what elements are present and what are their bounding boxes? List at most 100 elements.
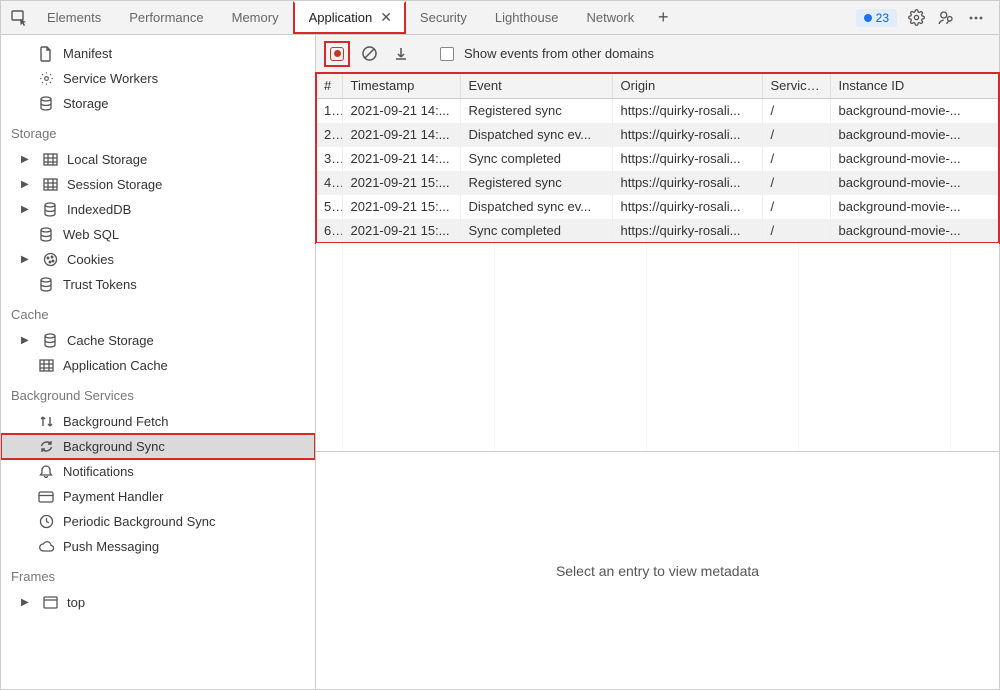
clock-icon (37, 514, 55, 529)
tab-label: Security (420, 10, 467, 25)
tab-label: Elements (47, 10, 101, 25)
sidebar-item-notifications[interactable]: Notifications (1, 459, 315, 484)
tab-memory[interactable]: Memory (218, 1, 293, 34)
table-icon (37, 359, 55, 372)
toolbar-right: 23 (856, 7, 995, 29)
database-icon (37, 96, 55, 111)
sidebar-item-push[interactable]: Push Messaging (1, 534, 315, 559)
sidebar-item-top-frame[interactable]: ▶ top (1, 590, 315, 615)
tab-network[interactable]: Network (573, 1, 649, 34)
cell-num: 3. (316, 147, 342, 171)
show-other-checkbox[interactable] (440, 47, 454, 61)
tab-lighthouse[interactable]: Lighthouse (481, 1, 573, 34)
save-button[interactable] (390, 43, 412, 65)
cell-event: Sync completed (460, 219, 612, 243)
tabs: Elements Performance Memory Application … (33, 1, 648, 34)
inspect-element-icon[interactable] (5, 4, 33, 32)
cell-timestamp: 2021-09-21 14:... (342, 123, 460, 147)
issues-badge[interactable]: 23 (856, 9, 897, 27)
sidebar-item-storage[interactable]: Storage (1, 91, 315, 116)
cell-timestamp: 2021-09-21 15:... (342, 171, 460, 195)
show-other-label: Show events from other domains (464, 46, 654, 61)
cell-sw: / (762, 171, 830, 195)
settings-icon[interactable] (905, 7, 927, 29)
more-tabs-button[interactable]: + (648, 7, 678, 28)
expand-arrow-icon: ▶ (21, 597, 33, 608)
sidebar-item-websql[interactable]: Web SQL (1, 222, 315, 247)
sidebar-label: Cache Storage (67, 333, 154, 348)
details-placeholder: Select an entry to view metadata (556, 563, 759, 579)
database-icon (41, 202, 59, 217)
sidebar-label: Manifest (63, 46, 112, 61)
table-row[interactable]: 2.2021-09-21 14:...Dispatched sync ev...… (316, 123, 999, 147)
sidebar-item-periodic-sync[interactable]: Periodic Background Sync (1, 509, 315, 534)
sidebar-item-payment[interactable]: Payment Handler (1, 484, 315, 509)
sidebar-item-service-workers[interactable]: Service Workers (1, 66, 315, 91)
col-event[interactable]: Event (460, 73, 612, 99)
more-menu-icon[interactable] (965, 7, 987, 29)
cell-origin: https://quirky-rosali... (612, 171, 762, 195)
cell-event: Dispatched sync ev... (460, 123, 612, 147)
sidebar-item-trust-tokens[interactable]: Trust Tokens (1, 272, 315, 297)
sidebar-label: Web SQL (63, 227, 119, 242)
close-icon[interactable]: ✕ (380, 9, 392, 26)
col-timestamp[interactable]: Timestamp (342, 73, 460, 99)
cell-sw: / (762, 195, 830, 219)
cell-origin: https://quirky-rosali... (612, 123, 762, 147)
tab-elements[interactable]: Elements (33, 1, 115, 34)
sidebar-item-app-cache[interactable]: Application Cache (1, 353, 315, 378)
sidebar-label: Storage (63, 96, 109, 111)
sync-icon (37, 439, 55, 454)
database-icon (37, 227, 55, 242)
table-row[interactable]: 5.2021-09-21 15:...Dispatched sync ev...… (316, 195, 999, 219)
tab-performance[interactable]: Performance (115, 1, 217, 34)
issues-count: 23 (876, 11, 889, 25)
tab-bar: Elements Performance Memory Application … (1, 1, 999, 35)
sidebar-item-cache-storage[interactable]: ▶ Cache Storage (1, 328, 315, 353)
table-row[interactable]: 3.2021-09-21 14:...Sync completedhttps:/… (316, 147, 999, 171)
table-empty-area (316, 243, 999, 452)
cell-sw: / (762, 99, 830, 123)
tab-security[interactable]: Security (406, 1, 481, 34)
cell-num: 6. (316, 219, 342, 243)
cell-timestamp: 2021-09-21 15:... (342, 195, 460, 219)
feedback-icon[interactable] (935, 7, 957, 29)
sidebar-item-indexeddb[interactable]: ▶ IndexedDB (1, 197, 315, 222)
database-icon (41, 333, 59, 348)
col-num[interactable]: # (316, 73, 342, 99)
sidebar-label: Payment Handler (63, 489, 163, 504)
tab-label: Performance (129, 10, 203, 25)
cell-num: 1. (316, 99, 342, 123)
expand-arrow-icon: ▶ (21, 154, 33, 165)
cell-instance: background-movie-... (830, 123, 999, 147)
sidebar-label: Local Storage (67, 152, 147, 167)
record-button[interactable] (326, 43, 348, 65)
sidebar-item-bg-sync[interactable]: Background Sync (1, 434, 315, 459)
cell-event: Dispatched sync ev... (460, 195, 612, 219)
table-row[interactable]: 1.2021-09-21 14:...Registered synchttps:… (316, 99, 999, 123)
col-origin[interactable]: Origin (612, 73, 762, 99)
sidebar-item-local-storage[interactable]: ▶ Local Storage (1, 147, 315, 172)
expand-arrow-icon: ▶ (21, 335, 33, 346)
sidebar-item-session-storage[interactable]: ▶ Session Storage (1, 172, 315, 197)
details-pane: Select an entry to view metadata (316, 451, 999, 689)
gear-icon (37, 71, 55, 86)
cell-origin: https://quirky-rosali... (612, 195, 762, 219)
sidebar-item-manifest[interactable]: Manifest (1, 41, 315, 66)
cell-origin: https://quirky-rosali... (612, 99, 762, 123)
sidebar-label: Background Fetch (63, 414, 169, 429)
sidebar-item-cookies[interactable]: ▶ Cookies (1, 247, 315, 272)
sidebar-group-cache: Cache (1, 297, 315, 328)
table-row[interactable]: 4.2021-09-21 15:...Registered synchttps:… (316, 171, 999, 195)
cell-event: Sync completed (460, 147, 612, 171)
window-icon (41, 596, 59, 609)
tab-application[interactable]: Application ✕ (293, 1, 406, 34)
table-row[interactable]: 6.2021-09-21 15:...Sync completedhttps:/… (316, 219, 999, 243)
cell-timestamp: 2021-09-21 15:... (342, 219, 460, 243)
col-instance[interactable]: Instance ID (830, 73, 999, 99)
col-sw[interactable]: Service ... (762, 73, 830, 99)
sidebar-item-bg-fetch[interactable]: Background Fetch (1, 409, 315, 434)
clear-button[interactable] (358, 43, 380, 65)
cell-sw: / (762, 219, 830, 243)
sidebar-label: top (67, 595, 85, 610)
